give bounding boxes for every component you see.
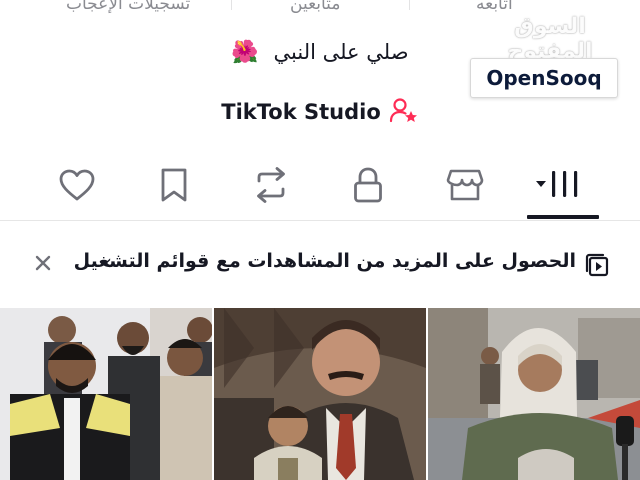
banner-close-button[interactable] — [30, 252, 56, 278]
tab-reposts[interactable] — [246, 164, 296, 210]
hibiscus-emoji: 🌺 — [231, 40, 259, 65]
bookmark-icon — [158, 167, 190, 207]
stats-divider — [409, 0, 410, 10]
repost-icon — [251, 167, 291, 207]
tab-private[interactable] — [343, 164, 393, 210]
shop-icon — [445, 167, 485, 207]
followers-stat-label[interactable]: متابعين — [290, 0, 340, 14]
grid-videos-icon — [534, 167, 586, 207]
tab-videos[interactable] — [530, 164, 590, 210]
tiktok-studio-label: TikTok Studio — [221, 100, 381, 124]
tiktok-studio-link[interactable]: TikTok Studio — [0, 96, 640, 128]
banner-text: الحصول على المزيد من المشاهدات مع قوائم … — [73, 250, 576, 272]
profile-bio: صلي على النبي 🌺 — [0, 40, 640, 65]
heart-icon — [58, 168, 96, 206]
opensooq-logo-text: OpenSooq — [486, 66, 602, 90]
following-stat-label[interactable]: أتابعه — [476, 0, 513, 14]
close-icon — [35, 255, 51, 275]
video-grid — [0, 308, 640, 480]
stats-divider — [231, 0, 232, 10]
active-tab-indicator — [527, 215, 599, 219]
video-thumbnail-3[interactable] — [428, 308, 640, 480]
video-thumbnail-1[interactable] — [0, 308, 212, 480]
tab-shop[interactable] — [440, 164, 490, 210]
video-thumbnail-2[interactable] — [214, 308, 426, 480]
playlist-icon — [584, 252, 610, 278]
tabs-divider — [0, 220, 640, 221]
profile-tabs — [0, 160, 640, 220]
tab-liked[interactable] — [52, 164, 102, 210]
likes-stat-label[interactable]: تسجيلات الإعجاب — [66, 0, 190, 14]
bio-text: صلي على النبي — [273, 40, 409, 64]
playlist-banner[interactable]: ‹ الحصول على المزيد من المشاهدات مع قوائ… — [0, 246, 640, 282]
tab-favorites[interactable] — [149, 164, 199, 210]
studio-user-star-icon — [389, 96, 419, 128]
lock-icon — [351, 166, 385, 208]
